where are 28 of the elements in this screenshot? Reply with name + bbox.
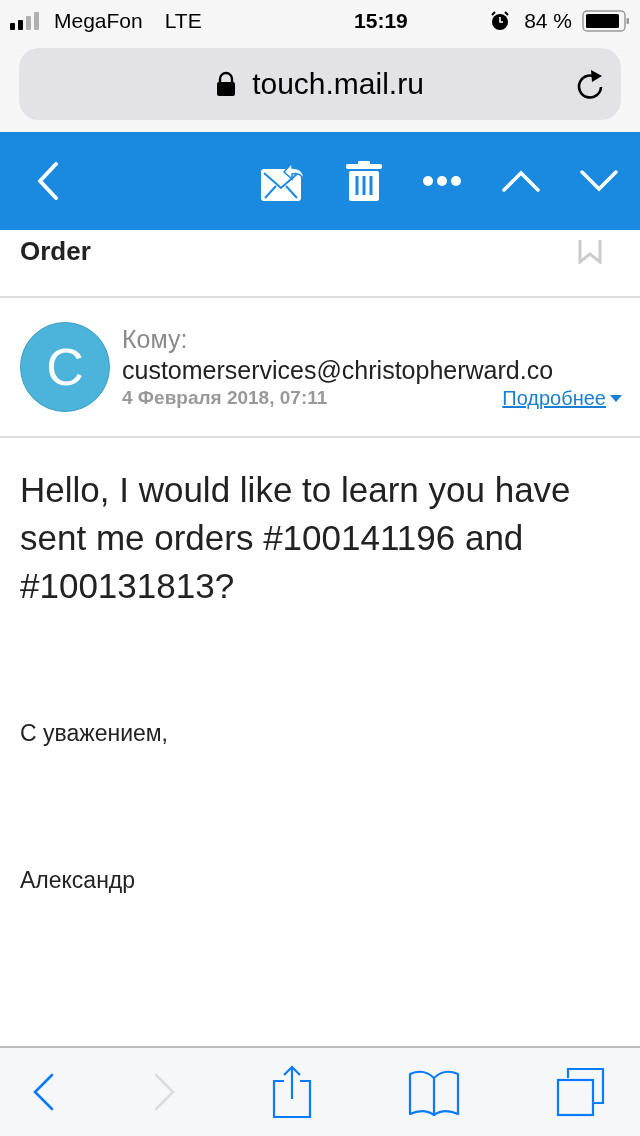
recipient-address: customerservices@christopherward.co bbox=[122, 355, 555, 385]
battery-percent: 84 % bbox=[524, 9, 572, 33]
caret-icon[interactable] bbox=[610, 394, 622, 402]
more-icon[interactable] bbox=[422, 175, 462, 187]
chevron-up-icon[interactable] bbox=[502, 170, 540, 192]
back-icon[interactable] bbox=[32, 1072, 56, 1112]
trash-icon[interactable] bbox=[346, 161, 382, 201]
lock-icon bbox=[216, 71, 237, 97]
email-subject: Order bbox=[20, 236, 91, 267]
recipient-label: Кому: bbox=[122, 324, 189, 354]
signature-text: С уважением, bbox=[20, 720, 169, 747]
chevron-down-icon[interactable] bbox=[580, 170, 618, 192]
details-link[interactable]: Подробнее bbox=[502, 386, 606, 410]
address-bar[interactable]: touch.mail.ru bbox=[19, 48, 621, 120]
battery-icon bbox=[582, 10, 630, 32]
carrier-name: MegaFon bbox=[54, 9, 143, 33]
tabs-icon[interactable] bbox=[556, 1067, 606, 1117]
back-icon[interactable] bbox=[36, 161, 60, 201]
reload-icon[interactable] bbox=[575, 68, 605, 100]
share-icon[interactable] bbox=[272, 1065, 312, 1119]
bookmarks-icon[interactable] bbox=[408, 1068, 460, 1116]
signature-text: Александр bbox=[20, 867, 137, 894]
message-text: Hello, I would like to learn you have sent me orders #100141196 and #100131813? bbox=[20, 469, 572, 607]
network-type: LTE bbox=[164, 9, 202, 33]
alarm-icon bbox=[490, 11, 511, 31]
sent-date: 4 Февраля 2018, 07:11 bbox=[122, 387, 329, 409]
clock: 15:19 bbox=[353, 9, 408, 33]
avatar: C bbox=[20, 322, 110, 412]
